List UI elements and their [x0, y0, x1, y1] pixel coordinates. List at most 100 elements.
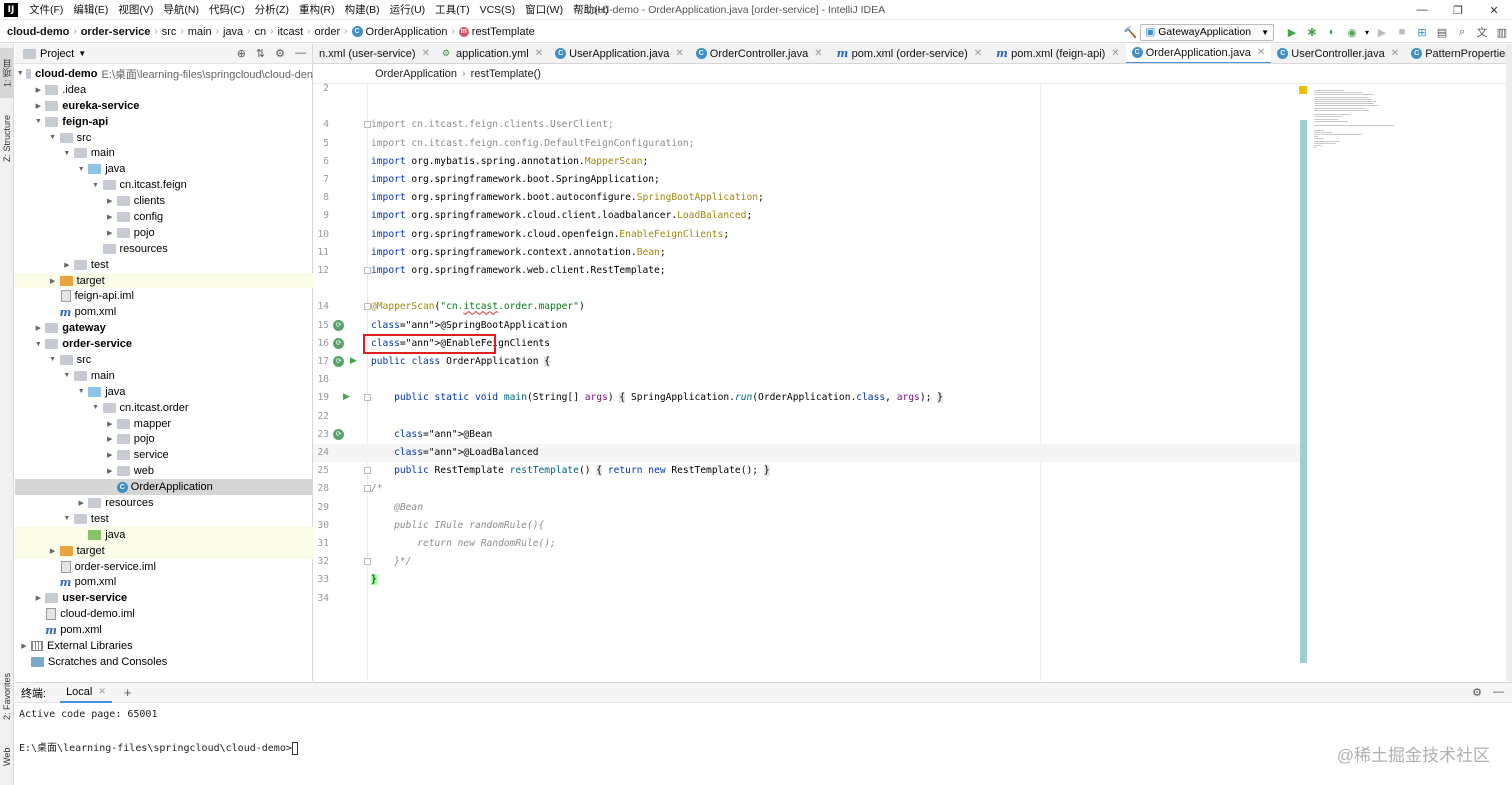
code-line[interactable]: 7 import org.springframework.boot.SpringA… [313, 171, 1306, 189]
collapse-arrow-icon[interactable]: ▶ [19, 642, 29, 650]
collapse-arrow-icon[interactable]: ▶ [105, 420, 115, 428]
stop-icon[interactable]: ■ [1392, 21, 1412, 43]
tree-item[interactable]: ▶ pojo [15, 225, 313, 241]
expand-arrow-icon[interactable]: ▼ [62, 372, 72, 379]
expand-arrow-icon[interactable]: ▼ [17, 70, 24, 77]
close-icon[interactable]: ✕ [1476, 0, 1512, 20]
tree-item[interactable]: ▼ main [15, 368, 313, 384]
breadcrumb-item[interactable]: order-service [78, 26, 154, 38]
build-hammer-icon[interactable]: 🔨 [1120, 21, 1140, 43]
expand-arrow-icon[interactable]: ▼ [62, 150, 72, 157]
code-line[interactable]: 15 ⟳ class="ann">@SpringBootApplication [313, 317, 1306, 335]
more-icon[interactable]: ▥ [1492, 21, 1512, 43]
spring-bean-gutter-icon[interactable]: ⟳ [333, 319, 344, 331]
code-line[interactable]: 25 public RestTemplate restTemplate() { … [313, 462, 1306, 480]
code-line[interactable]: 4 import cn.itcast.feign.clients.UserClie… [313, 116, 1306, 134]
collapse-arrow-icon[interactable]: ▶ [105, 229, 115, 237]
code-line[interactable]: 8 import org.springframework.boot.autocon… [313, 189, 1306, 207]
fold-marker-icon[interactable] [364, 121, 371, 129]
tree-item[interactable]: ▶ gateway [15, 320, 313, 336]
code-line[interactable]: 22 [313, 408, 1306, 426]
breadcrumb-item[interactable]: itcast [274, 26, 306, 38]
expand-arrow-icon[interactable]: ▼ [48, 134, 58, 141]
attach-icon[interactable]: ▶ [1372, 21, 1392, 43]
tree-item[interactable]: C OrderApplication [15, 479, 313, 496]
tree-item[interactable]: m pom.xml [15, 622, 313, 638]
code-line[interactable] [313, 280, 1306, 298]
breadcrumb-item[interactable]: order [311, 26, 343, 38]
menu-item[interactable]: 导航(N) [158, 0, 204, 20]
collapse-arrow-icon[interactable]: ▶ [105, 213, 115, 221]
fold-marker-icon[interactable] [364, 394, 371, 402]
error-stripe[interactable] [1300, 120, 1307, 663]
tree-item[interactable]: ▼ cn.itcast.order [15, 400, 313, 416]
settings-sync-icon[interactable]: ⊞ [1412, 21, 1432, 43]
code-line[interactable]: 24 class="ann">@LoadBalanced [313, 444, 1306, 462]
expand-arrow-icon[interactable]: ▼ [76, 166, 86, 173]
menu-item[interactable]: 运行(U) [385, 0, 431, 20]
close-icon[interactable]: ✕ [98, 686, 106, 697]
code-line[interactable]: 18 [313, 371, 1306, 389]
tree-item[interactable]: cloud-demo.iml [15, 606, 313, 622]
collapse-arrow-icon[interactable]: ▶ [62, 261, 72, 269]
menu-item[interactable]: 代码(C) [204, 0, 250, 20]
code-line[interactable] [313, 98, 1306, 116]
code-line[interactable]: 34 [313, 590, 1306, 608]
code-line[interactable]: 5 import cn.itcast.feign.config.DefaultFe… [313, 135, 1306, 153]
editor-tab[interactable]: C OrderApplication.java ✕ [1125, 44, 1272, 63]
expand-arrow-icon[interactable]: ▼ [62, 515, 72, 522]
breadcrumb-item[interactable]: cloud-demo [4, 26, 72, 38]
tree-item[interactable]: feign-api.iml [15, 288, 313, 304]
menu-item[interactable]: 文件(F) [24, 0, 68, 20]
fold-marker-icon[interactable] [364, 267, 371, 274]
expand-arrow-icon[interactable]: ▼ [76, 388, 86, 395]
fold-marker-icon[interactable] [364, 303, 371, 311]
terminal-prompt[interactable]: E:\桌面\learning-files\springcloud\cloud-d… [19, 739, 298, 755]
tree-item[interactable]: ▶ pojo [15, 431, 313, 447]
spring-bean-gutter-icon[interactable]: ⟳ [333, 428, 344, 440]
close-icon[interactable]: ✕ [814, 48, 822, 59]
tree-item[interactable]: ▶ user-service [15, 590, 313, 606]
fold-marker-icon[interactable] [364, 485, 371, 493]
translate-icon[interactable]: 文 [1472, 21, 1492, 43]
run-configuration-select[interactable]: ▣ GatewayApplication ▼ [1140, 23, 1274, 41]
code-line[interactable]: 2 [313, 84, 1306, 98]
close-icon[interactable]: ✕ [1111, 48, 1119, 59]
close-icon[interactable]: ✕ [974, 48, 982, 59]
tree-item[interactable]: ▼ src [15, 130, 313, 146]
tree-item[interactable]: ▶ mapper [15, 416, 313, 432]
code-line[interactable]: 23 ⟳ class="ann">@Bean [313, 426, 1306, 444]
add-terminal-icon[interactable]: + [124, 685, 132, 700]
editor-tab[interactable]: m pom.xml (feign-api) ✕ [988, 44, 1126, 63]
tree-item[interactable]: ▶ config [15, 209, 313, 225]
chevron-down-icon[interactable]: ▼ [78, 49, 86, 58]
editor-breadcrumb-method[interactable]: restTemplate() [471, 68, 541, 80]
chevron-down-icon[interactable]: ▾ [1362, 21, 1372, 43]
close-icon[interactable]: ✕ [535, 48, 543, 59]
collapse-icon[interactable]: ⇅ [256, 47, 265, 60]
collapse-arrow-icon[interactable]: ▶ [105, 451, 115, 459]
hide-icon[interactable]: — [295, 47, 306, 60]
tree-item[interactable]: ▶ web [15, 463, 313, 479]
editor-tab[interactable]: m pom.xml (order-service) ✕ [829, 44, 989, 63]
menu-item[interactable]: 工具(T) [430, 0, 474, 20]
fold-marker-icon[interactable] [364, 467, 371, 475]
breadcrumb-item[interactable]: m restTemplate [456, 26, 538, 38]
minimize-icon[interactable]: — [1404, 0, 1440, 20]
code-line[interactable]: 11 import org.springframework.context.ann… [313, 244, 1306, 262]
code-line[interactable]: 30 public IRule randomRule(){ [313, 517, 1306, 535]
gear-icon[interactable]: ⚙ [1472, 686, 1482, 699]
editor-tab[interactable]: CPatternProperties.java✕ [1405, 44, 1512, 63]
tree-item[interactable]: ▶ External Libraries [15, 638, 313, 654]
code-line[interactable]: 10 import org.springframework.cloud.openf… [313, 226, 1306, 244]
tree-item[interactable]: m pom.xml [15, 575, 313, 591]
profile-icon[interactable]: ◉ [1342, 21, 1362, 43]
close-icon[interactable]: ✕ [1257, 47, 1265, 58]
code-line[interactable]: 19 ▶ public static void main(String[] arg… [313, 389, 1306, 407]
tree-item[interactable]: ▼ java [15, 384, 313, 400]
tree-item[interactable]: ▶ resources [15, 495, 313, 511]
expand-arrow-icon[interactable]: ▼ [33, 341, 43, 348]
tree-item[interactable]: ▼ feign-api [15, 114, 313, 130]
close-icon[interactable]: ✕ [1391, 48, 1399, 59]
project-tool-tab[interactable]: 1: 项目 [0, 48, 14, 98]
